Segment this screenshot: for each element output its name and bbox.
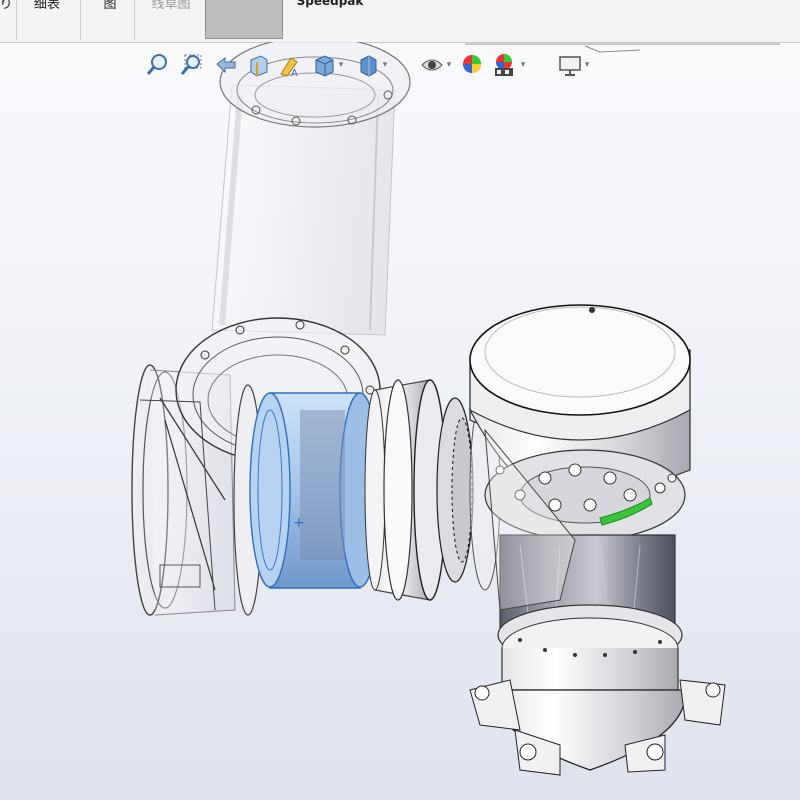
tab-label: 细表 <box>33 0 60 12</box>
heads-up-view-toolbar: A ▾ ▾ ▾ ▾ ▾ <box>140 50 610 84</box>
tab-separator <box>134 0 135 40</box>
chevron-down-icon[interactable]: ▾ <box>380 58 390 72</box>
tab-speedpak[interactable]: Speedpak <box>290 0 370 38</box>
zoom-to-area-icon[interactable] <box>178 50 206 80</box>
tab-label: Speedpak <box>296 0 364 8</box>
command-manager-tabs: り 细表 图 线草图 Speedpak <box>0 0 800 43</box>
edit-appearance-icon[interactable] <box>458 50 486 80</box>
svg-text:A: A <box>291 68 298 78</box>
graphics-viewport[interactable]: + <box>0 42 800 800</box>
hide-show-items-icon[interactable] <box>418 50 446 80</box>
zoom-to-fit-icon[interactable] <box>144 50 172 80</box>
selected-motor-cylinder[interactable]: + <box>249 392 381 589</box>
chevron-down-icon[interactable]: ▾ <box>582 58 592 72</box>
chevron-down-icon[interactable]: ▾ <box>518 58 528 72</box>
tab-separator <box>80 0 81 40</box>
tab-separator <box>16 0 17 40</box>
chevron-down-icon[interactable]: ▾ <box>444 58 454 72</box>
tab-label: 图 <box>103 0 117 12</box>
svg-text:+: + <box>293 515 305 531</box>
dynamic-annotation-icon[interactable]: A <box>276 50 304 80</box>
tab-partial[interactable]: り <box>0 0 13 38</box>
apply-scene-icon[interactable] <box>490 50 518 80</box>
view-settings-icon[interactable] <box>556 50 584 80</box>
tab-sketch[interactable]: 线草图 <box>142 0 200 38</box>
tab-label: 线草图 <box>151 0 191 12</box>
section-view-icon[interactable] <box>244 50 272 80</box>
tab-bom[interactable]: 细表 <box>22 0 72 38</box>
tab-active[interactable] <box>205 0 283 39</box>
tab-label: り <box>0 0 13 12</box>
previous-view-icon[interactable] <box>212 50 240 80</box>
display-style-icon[interactable] <box>354 50 382 80</box>
wrist-joint-assembly[interactable] <box>468 304 726 776</box>
upper-arm-link[interactable] <box>211 42 780 336</box>
tab-drawing[interactable]: 图 <box>92 0 128 38</box>
chevron-down-icon[interactable]: ▾ <box>336 58 346 72</box>
view-orientation-icon[interactable] <box>310 50 338 80</box>
